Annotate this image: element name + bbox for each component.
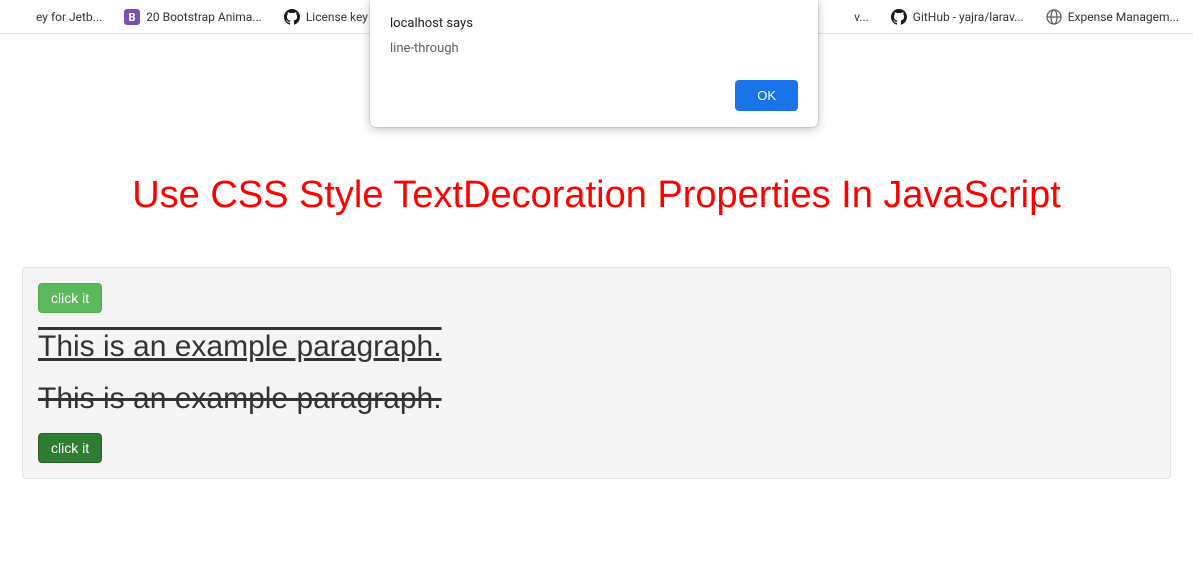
alert-message: line-through bbox=[390, 41, 798, 56]
page-title: Use CSS Style TextDecoration Properties … bbox=[0, 174, 1193, 217]
github-icon bbox=[891, 9, 907, 25]
alert-ok-button[interactable]: OK bbox=[735, 80, 798, 111]
bookmark-item[interactable]: GitHub - yajra/larav... bbox=[885, 5, 1030, 29]
alert-title: localhost says bbox=[390, 16, 798, 31]
example-paragraph-2: This is an example paragraph. bbox=[38, 381, 1155, 417]
globe-icon bbox=[1046, 9, 1062, 25]
bookmark-item[interactable]: ey for Jetb... bbox=[8, 5, 108, 29]
alert-dialog: localhost says line-through OK bbox=[370, 0, 818, 127]
example-text-2: This is an example paragraph. bbox=[38, 381, 442, 417]
demo-container: click it This is an example paragraph. T… bbox=[22, 267, 1171, 479]
bookmark-label: GitHub - yajra/larav... bbox=[913, 10, 1024, 24]
generic-icon bbox=[14, 9, 30, 25]
bookmark-label: Expense Managem... bbox=[1068, 10, 1179, 24]
github-icon bbox=[284, 9, 300, 25]
alert-actions: OK bbox=[390, 80, 798, 111]
click-it-button-1[interactable]: click it bbox=[38, 283, 102, 313]
bookmark-label: v... bbox=[854, 10, 869, 24]
click-it-button-2[interactable]: click it bbox=[38, 433, 102, 463]
bookmark-label: 20 Bootstrap Anima... bbox=[146, 10, 262, 24]
bookmark-item[interactable]: v... bbox=[848, 6, 875, 28]
bookmark-item[interactable]: B 20 Bootstrap Anima... bbox=[118, 5, 268, 29]
bookmark-item[interactable]: Expense Managem... bbox=[1040, 5, 1185, 29]
example-text-1: This is an example paragraph. bbox=[38, 329, 442, 365]
bootstrap-icon: B bbox=[124, 9, 140, 25]
svg-text:B: B bbox=[129, 11, 136, 24]
bookmark-label: ey for Jetb... bbox=[36, 10, 102, 24]
example-paragraph-1: This is an example paragraph. bbox=[38, 329, 1155, 365]
